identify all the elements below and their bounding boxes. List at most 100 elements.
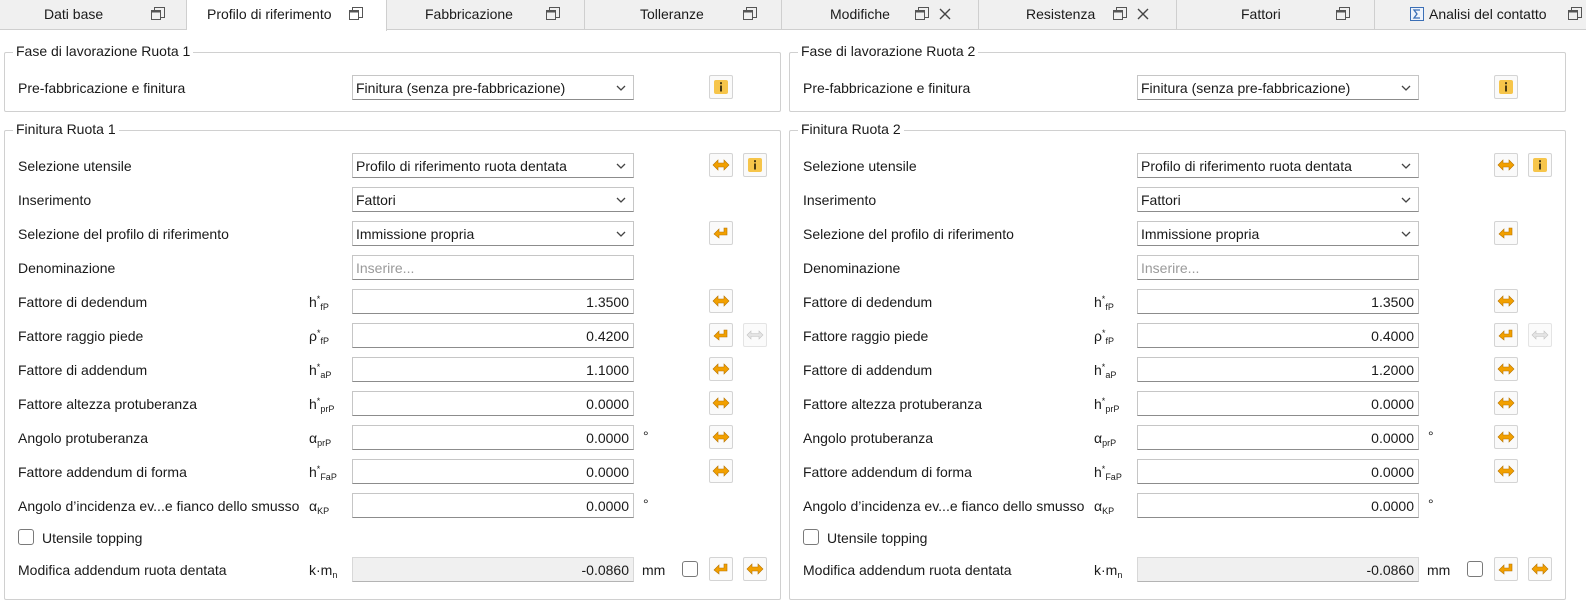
chamfer-angle-symbol: αKP <box>1094 498 1115 516</box>
chamfer-angle-input[interactable]: 0.0000 <box>1137 493 1419 518</box>
transfer-both-button[interactable] <box>709 153 733 177</box>
addendum-symbol: h*aP <box>309 362 332 380</box>
unit-degree: ° <box>1428 496 1434 512</box>
prefab-label: Pre-fabbricazione e finitura <box>18 80 186 96</box>
arrow-both-icon <box>1497 295 1515 307</box>
form-addendum-input[interactable]: 0.0000 <box>1137 459 1419 484</box>
chamfer-angle-input[interactable]: 0.0000 <box>352 493 634 518</box>
topping-checkbox[interactable] <box>18 529 34 545</box>
transfer-both-button[interactable] <box>1494 425 1518 449</box>
input-mode-select[interactable]: Fattori <box>1137 187 1419 212</box>
form-addendum-label: Fattore addendum di forma <box>18 464 187 480</box>
name-input[interactable]: Inserire... <box>1137 255 1419 280</box>
ref-profile-label: Selezione del profilo di riferimento <box>803 226 1014 242</box>
prot-angle-label: Angolo protuberanza <box>18 430 148 446</box>
info-icon <box>1533 158 1547 172</box>
select-value: Immissione propria <box>1141 226 1260 242</box>
sync-button[interactable] <box>743 323 767 347</box>
root-radius-input[interactable]: 0.4200 <box>352 323 634 348</box>
transfer-both-button[interactable] <box>709 289 733 313</box>
chevron-down-icon <box>616 85 626 91</box>
name-input[interactable]: Inserire... <box>352 255 634 280</box>
chevron-down-icon <box>1401 197 1411 203</box>
unit-degree: ° <box>1428 428 1434 444</box>
addendum-input[interactable]: 1.2000 <box>1137 357 1419 382</box>
group-title: Finitura Ruota 2 <box>798 121 904 137</box>
dedendum-label: Fattore di dedendum <box>803 294 933 310</box>
root-radius-label: Fattore raggio piede <box>18 328 144 344</box>
transfer-both-button[interactable] <box>709 425 733 449</box>
transfer-both-button[interactable] <box>1494 459 1518 483</box>
addendum-mod-checkbox[interactable] <box>1467 561 1483 577</box>
arrow-both-icon <box>1497 363 1515 375</box>
transfer-left-button[interactable] <box>709 323 733 347</box>
root-radius-label: Fattore raggio piede <box>803 328 929 344</box>
addendum-mod-symbol: k·mn <box>309 562 338 580</box>
transfer-both-button[interactable] <box>1494 391 1518 415</box>
restore-window-icon[interactable] <box>1567 6 1583 22</box>
arrow-return-left-icon <box>713 227 728 239</box>
dedendum-input[interactable]: 1.3500 <box>1137 289 1419 314</box>
addendum-mod-checkbox[interactable] <box>682 561 698 577</box>
info-icon <box>1499 80 1513 94</box>
addendum-symbol: h*aP <box>1094 362 1117 380</box>
transfer-left-button[interactable] <box>1494 557 1518 581</box>
root-radius-input[interactable]: 0.4000 <box>1137 323 1419 348</box>
info-icon <box>748 158 762 172</box>
dedendum-input[interactable]: 1.3500 <box>352 289 634 314</box>
prot-height-input[interactable]: 0.0000 <box>1137 391 1419 416</box>
info-button[interactable] <box>743 153 767 177</box>
select-value: Finitura (senza pre-fabbricazione) <box>1141 80 1351 96</box>
chevron-down-icon <box>616 163 626 169</box>
transfer-both-button[interactable] <box>709 459 733 483</box>
form-addendum-label: Fattore addendum di forma <box>803 464 972 480</box>
input-mode-select[interactable]: Fattori <box>352 187 634 212</box>
prot-height-symbol: h*prP <box>1094 396 1120 414</box>
chevron-down-icon <box>616 197 626 203</box>
transfer-both-button[interactable] <box>1494 289 1518 313</box>
transfer-both-button[interactable] <box>709 357 733 381</box>
transfer-both-button[interactable] <box>709 391 733 415</box>
arrow-both-icon <box>712 431 730 443</box>
prefab-select[interactable]: Finitura (senza pre-fabbricazione) <box>1137 75 1419 100</box>
topping-label: Utensile topping <box>827 530 928 546</box>
wheel-2-panel: Fase di lavorazione Ruota 2 Pre-fabbrica… <box>789 0 1566 600</box>
arrow-both-icon <box>1497 431 1515 443</box>
transfer-left-button[interactable] <box>1494 221 1518 245</box>
sync-button[interactable] <box>1528 323 1552 347</box>
prefab-label: Pre-fabbricazione e finitura <box>803 80 971 96</box>
prefab-select[interactable]: Finitura (senza pre-fabbricazione) <box>352 75 634 100</box>
wheel-1-panel: Fase di lavorazione Ruota 1 Pre-fabbrica… <box>4 0 781 600</box>
form-addendum-symbol: h*FaP <box>1094 464 1122 482</box>
transfer-left-button[interactable] <box>709 221 733 245</box>
chevron-down-icon <box>616 231 626 237</box>
prot-angle-symbol: αprP <box>1094 430 1117 448</box>
prot-height-input[interactable]: 0.0000 <box>352 391 634 416</box>
transfer-left-button[interactable] <box>709 557 733 581</box>
topping-label: Utensile topping <box>42 530 143 546</box>
prot-angle-label: Angolo protuberanza <box>803 430 933 446</box>
tool-selection-select[interactable]: Profilo di riferimento ruota dentata <box>1137 153 1419 178</box>
addendum-mod-input: -0.0860 <box>352 557 634 582</box>
info-button[interactable] <box>1494 75 1518 99</box>
root-radius-symbol: ρ*fP <box>309 328 329 346</box>
tool-selection-select[interactable]: Profilo di riferimento ruota dentata <box>352 153 634 178</box>
chamfer-angle-symbol: αKP <box>309 498 330 516</box>
info-button[interactable] <box>1528 153 1552 177</box>
info-button[interactable] <box>709 75 733 99</box>
topping-checkbox[interactable] <box>803 529 819 545</box>
transfer-left-button[interactable] <box>1494 323 1518 347</box>
prot-angle-input[interactable]: 0.0000 <box>1137 425 1419 450</box>
ref-profile-select[interactable]: Immissione propria <box>352 221 634 246</box>
info-icon <box>714 80 728 94</box>
transfer-both-button[interactable] <box>1528 557 1552 581</box>
name-label: Denominazione <box>803 260 901 276</box>
prot-angle-input[interactable]: 0.0000 <box>352 425 634 450</box>
transfer-both-button[interactable] <box>1494 357 1518 381</box>
transfer-both-button[interactable] <box>1494 153 1518 177</box>
addendum-input[interactable]: 1.1000 <box>352 357 634 382</box>
prot-height-label: Fattore altezza protuberanza <box>803 396 982 412</box>
transfer-both-button[interactable] <box>743 557 767 581</box>
form-addendum-input[interactable]: 0.0000 <box>352 459 634 484</box>
ref-profile-select[interactable]: Immissione propria <box>1137 221 1419 246</box>
